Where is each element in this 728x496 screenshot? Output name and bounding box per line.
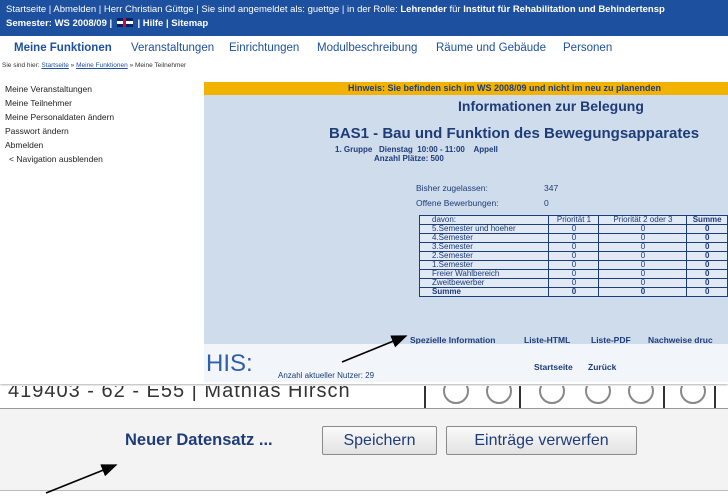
footer: HIS: Anzahl aktueller Nutzer: 29 Startse… [204, 344, 728, 382]
bottom-border [0, 490, 728, 496]
course-group: 1. Gruppe [335, 145, 373, 154]
english-flag-icon[interactable] [116, 18, 133, 27]
user-count: Anzahl aktueller Nutzer: 29 [278, 371, 375, 380]
column-separator [519, 386, 521, 408]
institute: Institut für Rehabilitation und Behinder… [463, 4, 665, 15]
semester-label[interactable]: Semester: WS 2008/09 [6, 18, 107, 29]
discard-button[interactable]: Einträge verwerfen [446, 426, 637, 455]
startseite-link[interactable]: Startseite [6, 4, 46, 15]
breadcrumb-prefix: Sie sind hier: [2, 62, 40, 69]
top-bar: Startseite | Abmelden | Herr Christian G… [0, 0, 728, 36]
sidebar-item-navigation-ausblenden[interactable]: < Navigation ausblenden [5, 152, 195, 166]
save-button[interactable]: Speichern [322, 426, 437, 455]
nav-personen[interactable]: Personen [563, 42, 612, 54]
admitted-value: 347 [544, 183, 559, 193]
column-separator [424, 386, 426, 408]
nav-raeume[interactable]: Räume und Gebäude [436, 42, 546, 54]
course-lecturer: Appell [473, 145, 498, 154]
radio-icon[interactable] [486, 386, 512, 404]
course-places: Anzahl Plätze: 500 [374, 154, 444, 163]
sitemap-link[interactable]: Sitemap [171, 18, 208, 29]
course-title: BAS1 - Bau und Funktion des Bewegungsapp… [329, 125, 700, 142]
sidebar-item-meine-veranstaltungen[interactable]: Meine Veranstaltungen [5, 82, 195, 96]
breadcrumb-startseite[interactable]: Startseite [41, 62, 68, 69]
course-schedule: 1. Gruppe Dienstag 10:00 - 11:00 Appell [335, 145, 498, 154]
table-row: Summe 0 0 0 [418, 287, 728, 297]
footer-startseite-link[interactable]: Startseite [534, 362, 573, 372]
sidebar: Meine Veranstaltungen Meine Teilnehmer M… [5, 82, 195, 166]
enrollment-table: davon: Priorität 1 Priorität 2 oder 3 Su… [418, 215, 728, 297]
breadcrumb-meine-funktionen[interactable]: Meine Funktionen [76, 62, 128, 69]
page-title: Informationen zur Belegung [458, 98, 644, 114]
radio-icon[interactable] [443, 386, 469, 404]
open-value: 0 [544, 198, 549, 208]
table-cell: Summe [418, 287, 550, 297]
sidebar-item-passwort[interactable]: Passwort ändern [5, 124, 195, 138]
screenshot-belegung: Startseite | Abmelden | Herr Christian G… [0, 0, 728, 384]
breadcrumb-current: Meine Teilnehmer [135, 62, 187, 69]
abmelden-link[interactable]: Abmelden [53, 4, 96, 15]
main-content: Hinweis: Sie befinden sich im WS 2008/09… [204, 82, 728, 382]
column-separator [663, 386, 665, 408]
nav-meine-funktionen[interactable]: Meine Funktionen [14, 42, 112, 54]
course-time: 10:00 - 11:00 [417, 145, 465, 154]
nav-modulbeschreibung[interactable]: Modulbeschreibung [317, 42, 417, 54]
radio-icon[interactable] [539, 386, 565, 404]
sidebar-item-abmelden[interactable]: Abmelden [5, 138, 195, 152]
hilfe-link[interactable]: Hilfe [143, 18, 164, 29]
screenshot-datensatz: 419403 - 62 - E55 | Mathias Hirsch Neuer… [0, 386, 728, 496]
greeting: Herr Christian Güttge [103, 4, 194, 15]
table-cell: 0 [598, 287, 688, 297]
column-separator [714, 386, 716, 408]
open-label: Offene Bewerbungen: [416, 198, 499, 208]
hint-banner: Hinweis: Sie befinden sich im WS 2008/09… [204, 82, 728, 95]
table-cell: 0 [686, 287, 728, 297]
record-row: 419403 - 62 - E55 | Mathias Hirsch [0, 386, 728, 409]
footer-zurueck-link[interactable]: Zurück [588, 362, 616, 372]
hint-text: Hinweis: Sie befinden sich im WS 2008/09… [348, 83, 662, 93]
role-label: in der Rolle: [347, 4, 398, 15]
new-record-link[interactable]: Neuer Datensatz ... [125, 431, 273, 450]
radio-icon[interactable] [585, 386, 611, 404]
his-logo: HIS: [206, 350, 253, 377]
sidebar-item-personaldaten[interactable]: Meine Personaldaten ändern [5, 110, 195, 124]
role-for: für [449, 4, 461, 15]
role: Lehrender [400, 4, 447, 15]
main-navigation: Meine Funktionen Veranstaltungen Einrich… [0, 38, 728, 58]
sidebar-item-meine-teilnehmer[interactable]: Meine Teilnehmer [5, 96, 195, 110]
admitted-label: Bisher zugelassen: [416, 183, 488, 193]
username: guettge [307, 4, 340, 15]
course-day: Dienstag [379, 145, 413, 154]
nav-einrichtungen[interactable]: Einrichtungen [229, 42, 299, 54]
radio-icon[interactable] [680, 386, 706, 404]
logged-in-label: Sie sind angemeldet als: [201, 4, 305, 15]
table-cell: 0 [548, 287, 600, 297]
radio-icon[interactable] [628, 386, 654, 404]
record-text: 419403 - 62 - E55 | Mathias Hirsch [8, 386, 351, 402]
nav-veranstaltungen[interactable]: Veranstaltungen [131, 42, 214, 54]
breadcrumb: Sie sind hier: Startseite » Meine Funkti… [2, 62, 187, 69]
